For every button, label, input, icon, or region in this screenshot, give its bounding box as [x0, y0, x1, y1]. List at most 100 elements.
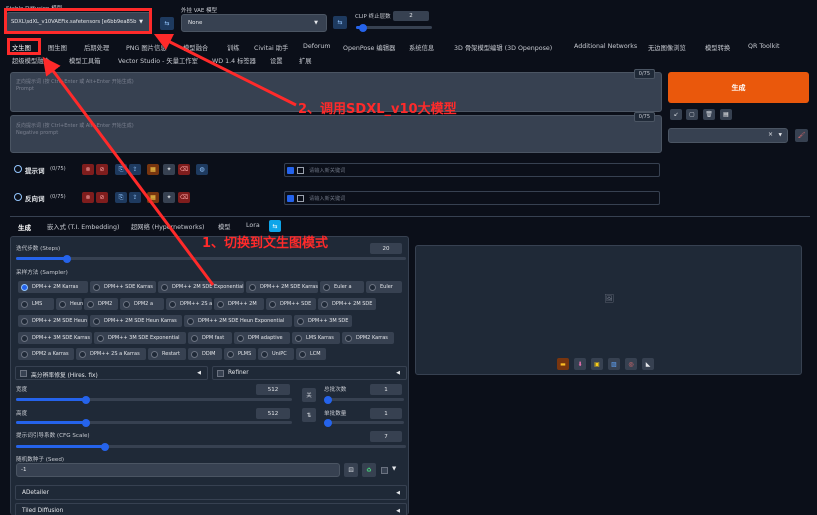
tab-merge[interactable]: 模型融合 [183, 43, 208, 52]
sampler-option[interactable]: Euler [366, 281, 402, 293]
tab-model-toolkit[interactable]: 模型工具箱 [69, 56, 100, 65]
clipboard-button[interactable]: ▤ [720, 109, 732, 120]
sampler-option[interactable]: DPM++ SDE Karras [90, 281, 156, 293]
tag-favorite-button[interactable]: ✦ [163, 164, 175, 175]
tab-deforum[interactable]: Deforum [303, 43, 331, 50]
refresh-networks-button[interactable]: ⇆ [269, 220, 281, 232]
batch-count-value[interactable]: 1 [370, 384, 402, 395]
collapse-icon[interactable] [14, 165, 22, 173]
open-folder-button[interactable]: ▬ [557, 358, 569, 370]
subtab-checkpoints[interactable]: 模型 [218, 222, 231, 231]
send-inpaint-button[interactable]: ◎ [625, 358, 637, 370]
tab-openpose[interactable]: OpenPose 编辑器 [343, 43, 395, 52]
width-value[interactable]: 512 [256, 384, 290, 395]
tab-model-convert[interactable]: 模型转换 [705, 43, 730, 52]
save-button[interactable]: ⬇ [574, 358, 586, 370]
hires-fix-accordion[interactable]: 高分辨率修复 (Hires. fix) ◀ [15, 366, 208, 380]
sampler-option[interactable]: DPM++ 2S a [166, 298, 212, 310]
checkbox-icon[interactable] [287, 167, 294, 174]
sampler-option[interactable]: DPM++ 2M [214, 298, 264, 310]
tag-export-button[interactable]: ⇪ [129, 164, 141, 175]
styles-dropdown[interactable]: × ▼ [668, 128, 788, 143]
sampler-option[interactable]: DPM++ 2M SDE Heun Karras [90, 315, 182, 327]
height-slider[interactable] [16, 418, 292, 427]
tag-clear-button[interactable]: ⊗ [82, 192, 94, 203]
sampler-option[interactable]: PLMS [224, 348, 256, 360]
clip-value[interactable]: 2 [393, 11, 429, 21]
tab-settings[interactable]: 设置 [270, 56, 283, 65]
sampler-option[interactable]: DPM++ 2M SDE Heun Exponential [184, 315, 292, 327]
tab-additional-networks[interactable]: Additional Networks [574, 43, 637, 50]
sampler-option[interactable]: DPM++ 3M SDE [294, 315, 352, 327]
paste-params-button[interactable]: ↙ [670, 109, 682, 120]
tab-qr-toolkit[interactable]: QR Toolkit [748, 43, 779, 50]
checkbox-icon[interactable] [287, 195, 294, 202]
subtab-embedding[interactable]: 嵌入式 (T.I. Embedding) [47, 222, 119, 231]
seed-input[interactable]: -1 [16, 463, 340, 477]
refiner-accordion[interactable]: Refiner ◀ [212, 366, 407, 380]
clear-prompt-button[interactable]: ▢ [686, 109, 698, 120]
tab-sysinfo[interactable]: 系统信息 [409, 43, 434, 52]
sampler-option[interactable]: Heun [56, 298, 83, 310]
checkbox-icon[interactable] [217, 370, 224, 377]
vae-dropdown[interactable]: None ▼ [181, 14, 327, 32]
refresh-checkpoint-button[interactable]: ⇆ [160, 17, 174, 30]
batch-size-value[interactable]: 1 [370, 408, 402, 419]
zip-button[interactable]: ▣ [591, 358, 603, 370]
tag-remove-button[interactable]: ⊘ [96, 164, 108, 175]
sampler-option[interactable]: Euler a [320, 281, 364, 293]
refresh-vae-button[interactable]: ⇆ [333, 16, 347, 29]
sampler-option[interactable]: UniPC [258, 348, 294, 360]
batch-count-slider[interactable] [324, 395, 404, 404]
collapse-icon[interactable] [14, 193, 22, 201]
swap-dimensions-button[interactable]: ⇅ [302, 408, 316, 422]
sampler-option[interactable]: LCM [296, 348, 326, 360]
random-seed-button[interactable]: ⚄ [344, 463, 358, 477]
tag-history-button[interactable]: ▦ [147, 164, 159, 175]
tab-image-browser[interactable]: 无边图像浏览 [648, 43, 686, 52]
negative-tag-input[interactable]: 请输入新关键词 [284, 191, 660, 205]
clip-slider[interactable] [356, 23, 432, 32]
sampler-option[interactable]: DPM2 [84, 298, 118, 310]
tab-png-info[interactable]: PNG 图片信息 [126, 43, 167, 52]
tab-train[interactable]: 训练 [227, 43, 240, 52]
tag-export-button[interactable]: ⇪ [129, 192, 141, 203]
tab-super-merger[interactable]: 超级模型融合 [12, 56, 50, 65]
tag-clear-button[interactable]: ⊗ [82, 164, 94, 175]
sampler-option[interactable]: DPM++ 2M SDE Heun [18, 315, 88, 327]
tag-favorite-button[interactable]: ✦ [163, 192, 175, 203]
sampler-option[interactable]: DPM++ 2M SDE Exponential [158, 281, 244, 293]
reuse-seed-button[interactable]: ♻ [362, 463, 376, 477]
sampler-option[interactable]: DPM++ SDE [266, 298, 316, 310]
steps-slider[interactable] [16, 254, 406, 263]
sampler-option[interactable]: Restart [148, 348, 186, 360]
cfg-value[interactable]: 7 [370, 431, 402, 442]
prompt-tag-input[interactable]: 请输入新关键词 [284, 163, 660, 177]
sampler-option[interactable]: DPM++ 2M Karras [18, 281, 88, 293]
trash-button[interactable]: 🗑 [703, 109, 715, 120]
cfg-slider[interactable] [16, 442, 406, 451]
subtab-generate[interactable]: 生成 [18, 222, 31, 232]
tab-3d-openpose[interactable]: 3D 骨架模型编辑 (3D Openpose) [454, 43, 552, 52]
sampler-option[interactable]: LMS [18, 298, 54, 310]
sampler-option[interactable]: DPM adaptive [234, 332, 290, 344]
sampler-option[interactable]: LMS Karras [292, 332, 340, 344]
tag-delete-button[interactable]: ⌫ [178, 164, 190, 175]
adetailer-accordion[interactable]: ADetailer ◀ [15, 485, 407, 500]
send-img2img-button[interactable]: ▨ [608, 358, 620, 370]
sampler-option[interactable]: DPM++ 3M SDE Exponential [94, 332, 186, 344]
tab-wd14-tagger[interactable]: WD 1.4 标签器 [212, 56, 256, 65]
tag-translate-button[interactable]: ◍ [196, 164, 208, 175]
checkbox-icon[interactable] [20, 370, 27, 377]
negative-prompt-textarea[interactable]: 反向提示词 (按 Ctrl+Enter 或 Alt+Enter 开始生成) Ne… [10, 112, 662, 153]
sampler-option[interactable]: DPM2 Karras [342, 332, 394, 344]
subtab-lora[interactable]: Lora [246, 222, 260, 229]
swap-lock-button[interactable]: 关 [302, 388, 316, 402]
sampler-option[interactable]: DPM++ 3M SDE Karras [18, 332, 92, 344]
tag-history-button[interactable]: ▦ [147, 192, 159, 203]
sampler-option[interactable]: DPM2 a Karras [18, 348, 74, 360]
subtab-hypernetworks[interactable]: 超网络 (Hypernetworks) [131, 222, 204, 231]
tag-copy-button[interactable]: ⎘ [115, 192, 127, 203]
batch-size-slider[interactable] [324, 418, 404, 427]
tab-img2img[interactable]: 图生图 [48, 43, 67, 52]
